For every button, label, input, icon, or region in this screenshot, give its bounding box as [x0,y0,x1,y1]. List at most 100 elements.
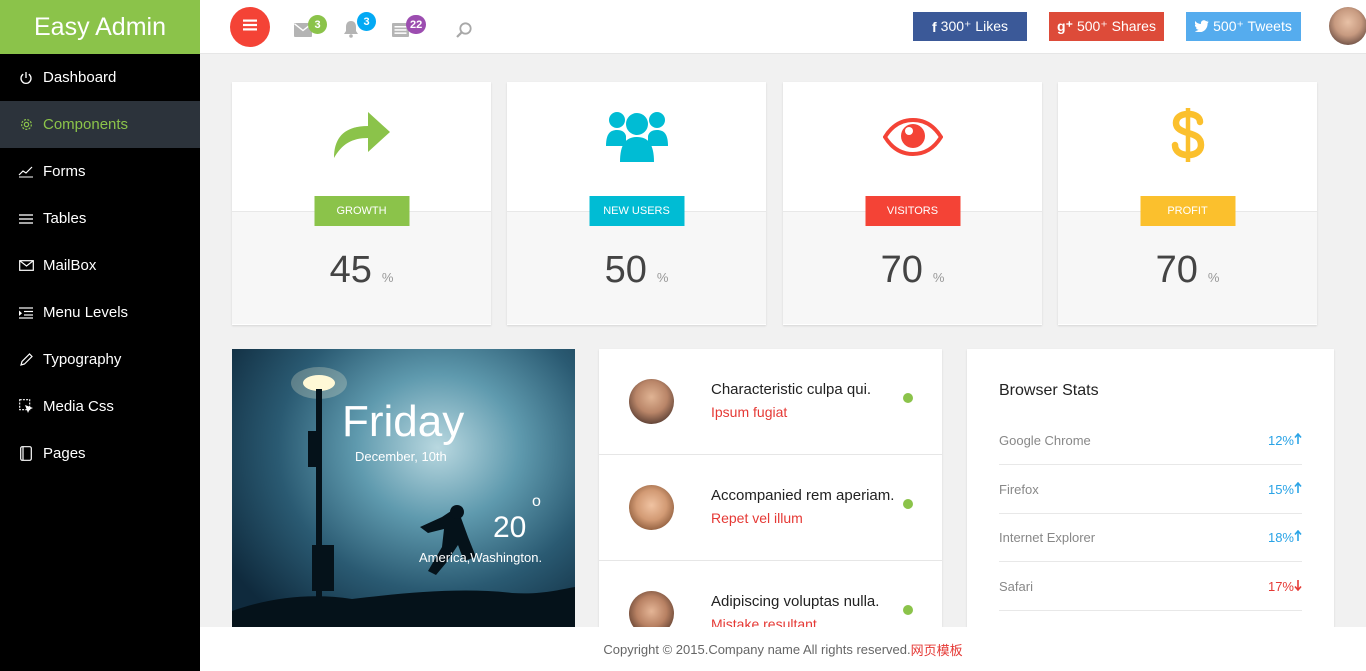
messages-badge: 3 [308,15,327,34]
sidebar-item-forms[interactable]: Forms [0,148,200,195]
avatar [629,379,674,424]
message-subtitle: Repet vel illum [711,510,803,526]
share-arrow-icon [232,108,491,160]
weather-location: America,Washington. [419,550,543,565]
indent-icon [16,306,36,319]
mail-icon [16,260,36,271]
stat-unit: % [381,269,394,285]
avatar [629,485,674,530]
sidebar-item-pages[interactable]: Pages [0,430,200,477]
stat-card-top [232,82,491,212]
news-button[interactable]: 22 [392,15,427,42]
arrow-up-icon [1294,481,1302,497]
list-icon [16,213,36,225]
stat-card-bottom: 70 % [1058,212,1317,324]
facebook-likes-label: 300⁺ Likes [940,18,1008,34]
sidebar-item-label: Forms [43,163,86,180]
message-subtitle: Ipsum fugiat [711,404,788,420]
twitter-icon [1194,19,1209,35]
browser-percent: 17% [1267,578,1294,594]
table-row: Google Chrome 12% [999,416,1302,465]
twitter-tweets-label: 500⁺ Tweets [1213,18,1292,34]
news-badge: 22 [406,15,427,34]
browser-stats-title: Browser Stats [999,382,1099,399]
top-header: 3 3 22 f 300⁺ Likes g⁺ 500⁺ Shares 500⁺ … [200,0,1366,54]
notifications-badge: 3 [357,12,376,31]
avatar [629,591,674,631]
list-item[interactable]: Adipiscing voluptas nulla. Mistake resul… [599,561,942,631]
sidebar-item-media-css[interactable]: Media Css [0,383,200,430]
stat-value: 70 [1155,248,1198,291]
stat-unit: % [656,269,669,285]
sidebar-item-label: Typography [43,351,122,368]
weather-degree-symbol: o [532,493,541,510]
online-status-dot [903,499,913,509]
sidebar-item-typography[interactable]: Typography [0,336,200,383]
list-item[interactable]: Accompanied rem aperiam. Repet vel illum [599,455,942,561]
search-button[interactable] [455,21,473,44]
sidebar-item-label: Media Css [43,398,114,415]
stat-card-top [507,82,766,212]
footer-link[interactable]: 网页模板 [911,640,963,659]
weather-card: Friday December, 10th o 20 America,Washi… [232,349,575,631]
online-status-dot [903,605,913,615]
sidebar-item-menu-levels[interactable]: Menu Levels [0,289,200,336]
bell-icon [343,21,359,42]
table-row: Internet Explorer 18% [999,513,1302,562]
browser-value: 17% [1268,579,1302,594]
sidebar-item-label: Components [43,116,129,133]
dollar-icon [1058,106,1317,164]
arrow-down-icon [1294,579,1302,594]
stat-card-top [783,82,1042,212]
stat-value: 45 [329,248,372,291]
browser-value: 18% [1267,529,1302,545]
stat-card-bottom: 50 % [507,212,766,324]
book-icon [16,446,36,461]
message-title: Adipiscing voluptas nulla. [711,593,880,610]
twitter-tweets-button[interactable]: 500⁺ Tweets [1186,12,1301,41]
google-shares-button[interactable]: g⁺ 500⁺ Shares [1049,12,1164,41]
arrow-up-icon [1294,432,1302,448]
weather-day: Friday [342,397,465,446]
facebook-icon: f [932,18,937,35]
weather-temperature: 20 [493,511,527,544]
stat-card-new-users: NEW USERS 50 % [507,82,766,325]
power-icon [16,71,36,85]
browser-stats-card: Browser Stats Google Chrome 12% Firefox … [967,349,1334,631]
stat-label: GROWTH [314,196,409,226]
browser-name: Internet Explorer [999,529,1096,545]
sidebar-item-label: Tables [43,210,87,227]
brand-logo[interactable]: Easy Admin [0,0,200,54]
message-title: Characteristic culpa qui. [711,381,872,398]
weather-date: December, 10th [355,449,447,464]
sidebar-item-label: Menu Levels [43,304,129,321]
browser-name: Safari [999,578,1033,594]
sidebar-item-components[interactable]: Components [0,101,200,148]
google-shares-label: 500⁺ Shares [1076,18,1156,34]
chart-icon [16,166,36,178]
sidebar: Dashboard Components Forms Tables MailBo… [0,54,200,671]
sidebar-item-dashboard[interactable]: Dashboard [0,54,200,101]
stat-card-bottom: 70 % [783,212,1042,324]
hamburger-icon [243,18,257,36]
sidebar-item-label: Dashboard [43,69,117,86]
messages-card: Characteristic culpa qui. Ipsum fugiat A… [599,349,942,631]
brand-title: Easy Admin [33,12,166,41]
facebook-likes-button[interactable]: f 300⁺ Likes [913,12,1027,41]
browser-name: Google Chrome [999,432,1091,448]
list-item[interactable]: Characteristic culpa qui. Ipsum fugiat [599,349,942,455]
sidebar-item-tables[interactable]: Tables [0,195,200,242]
table-row: Firefox 15% [999,465,1302,514]
notifications-button[interactable]: 3 [343,12,376,43]
user-avatar[interactable] [1329,7,1366,45]
stat-unit: % [932,269,945,285]
menu-toggle-button[interactable] [230,7,270,47]
stat-card-visitors: VISITORS 70 % [783,82,1042,325]
messages-button[interactable]: 3 [294,15,327,42]
stat-label: VISITORS [865,196,960,226]
table-row: Safari 17% [999,562,1302,611]
browser-percent: 18% [1267,529,1294,545]
stat-card-growth: GROWTH 45 % [232,82,491,325]
stat-value: 70 [880,248,923,291]
sidebar-item-mailbox[interactable]: MailBox [0,242,200,289]
